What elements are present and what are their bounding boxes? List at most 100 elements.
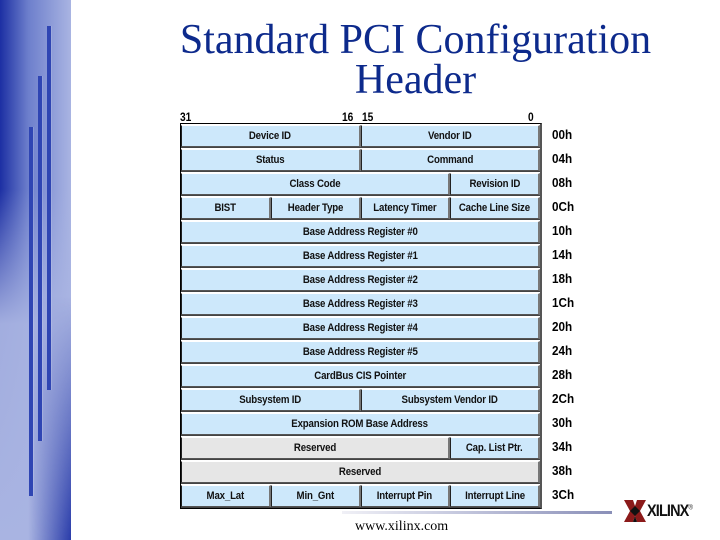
- xilinx-logo-text: XILINX®: [647, 501, 693, 521]
- register-field-label: Min_Gnt: [296, 490, 334, 502]
- register-offset-label: 28h: [552, 367, 573, 382]
- logo-wordmark: XILINX: [647, 501, 689, 520]
- register-field: Subsystem ID: [181, 389, 361, 411]
- register-field: Base Address Register #5: [181, 341, 540, 363]
- register-row: Base Address Register #0: [181, 220, 540, 244]
- register-offset-label: 10h: [552, 223, 573, 238]
- reserved-field: Reserved: [181, 461, 540, 483]
- footer-url: www.xilinx.com: [355, 519, 449, 534]
- register-row: Base Address Register #5: [181, 340, 540, 364]
- register-offset-label: 04h: [552, 151, 573, 166]
- registered-mark: ®: [688, 504, 693, 512]
- register-row: Expansion ROM Base Address: [181, 412, 540, 436]
- register-field: Expansion ROM Base Address: [181, 413, 540, 435]
- register-offset-label: 34h: [552, 439, 573, 454]
- register-field: Base Address Register #1: [181, 245, 540, 267]
- register-field-label: Base Address Register #0: [302, 226, 418, 238]
- register-field: BIST: [181, 197, 271, 219]
- slide-title: Standard PCI Configuration Header: [71, 17, 720, 103]
- register-field: Latency Timer: [360, 197, 451, 219]
- bit-label-31: 31: [180, 110, 192, 124]
- bit-label-0: 0: [528, 110, 534, 124]
- register-field: Cache Line Size: [450, 197, 540, 219]
- register-field-label: Subsystem Vendor ID: [401, 394, 498, 406]
- register-field-label: Base Address Register #1: [302, 250, 418, 262]
- register-field-label: Vendor ID: [427, 130, 472, 142]
- register-field: Base Address Register #2: [181, 269, 540, 291]
- register-row: Base Address Register #1: [181, 244, 540, 268]
- xilinx-logo: XILINX®: [624, 498, 700, 524]
- register-field-label: Interrupt Pin: [377, 490, 433, 502]
- register-field-label: Base Address Register #3: [302, 298, 418, 310]
- register-offset-label: 38h: [552, 463, 573, 478]
- register-field: Class Code: [181, 173, 451, 195]
- register-field-label: Reserved: [294, 442, 337, 454]
- register-row: Base Address Register #4: [181, 316, 540, 340]
- register-field-label: Revision ID: [469, 178, 521, 190]
- register-row: Base Address Register #2: [181, 268, 540, 292]
- register-field: Base Address Register #4: [181, 317, 540, 339]
- register-field: Max_Lat: [181, 485, 271, 507]
- slide-title-line1: Standard PCI Configuration: [179, 17, 652, 63]
- register-offset-label: 3Ch: [552, 487, 575, 502]
- register-offset-label: 0Ch: [552, 199, 575, 214]
- register-field: Vendor ID: [360, 125, 540, 147]
- slide-title-line2: Header: [354, 57, 477, 103]
- register-field-label: Device ID: [249, 130, 292, 142]
- register-field: CardBus CIS Pointer: [181, 365, 540, 387]
- register-row: Base Address Register #3: [181, 292, 540, 316]
- register-field-label: Cap. List Ptr.: [466, 442, 523, 454]
- bit-label-15: 15: [362, 110, 374, 124]
- register-field: Revision ID: [450, 173, 540, 195]
- register-field: Interrupt Line: [450, 485, 540, 507]
- register-field: Device ID: [181, 125, 361, 147]
- footer-divider: [342, 511, 612, 514]
- register-row: Reserved: [181, 460, 540, 484]
- register-field-label: BIST: [214, 202, 237, 214]
- pci-config-header-table: Device ID Vendor ID Status Command Class Cod…: [180, 123, 542, 509]
- register-row: Device ID Vendor ID: [181, 124, 540, 148]
- register-field-label: Max_Lat: [206, 490, 245, 502]
- register-field: Min_Gnt: [270, 485, 361, 507]
- register-field: Subsystem Vendor ID: [360, 389, 540, 411]
- register-field-label: Status: [255, 154, 285, 166]
- register-row: Status Command: [181, 148, 540, 172]
- xilinx-logo-icon: [624, 500, 646, 522]
- register-field-label: CardBus CIS Pointer: [314, 370, 406, 382]
- register-field-label: Latency Timer: [373, 202, 437, 214]
- decorative-sidebar: [0, 0, 71, 540]
- register-field-label: Reserved: [338, 466, 382, 478]
- register-field-label: Expansion ROM Base Address: [291, 418, 429, 430]
- register-field-label: Base Address Register #4: [302, 322, 418, 334]
- register-row: Class Code Revision ID: [181, 172, 540, 196]
- register-field-label: Interrupt Line: [464, 490, 525, 502]
- reserved-field: Reserved: [181, 437, 451, 459]
- register-offset-label: 1Ch: [552, 295, 575, 310]
- sidebar-stripe: [38, 76, 42, 441]
- register-offset-label: 30h: [552, 415, 573, 430]
- register-row: Reserved Cap. List Ptr.: [181, 436, 540, 460]
- register-row: Subsystem ID Subsystem Vendor ID: [181, 388, 540, 412]
- register-offset-label: 20h: [552, 319, 573, 334]
- register-row: Max_Lat Min_Gnt Interrupt Pin Interrupt Lin…: [181, 484, 540, 508]
- register-field: Command: [360, 149, 540, 171]
- register-field: Base Address Register #3: [181, 293, 540, 315]
- register-field-label: Class Code: [289, 178, 341, 190]
- register-offset-label: 2Ch: [552, 391, 575, 406]
- register-field: Cap. List Ptr.: [450, 437, 540, 459]
- register-field-label: Command: [426, 154, 473, 166]
- register-field: Header Type: [270, 197, 361, 219]
- register-offset-label: 14h: [552, 247, 573, 262]
- register-field-label: Subsystem ID: [239, 394, 302, 406]
- sidebar-stripe: [29, 127, 33, 496]
- register-offset-label: 18h: [552, 271, 573, 286]
- register-field-label: Base Address Register #5: [302, 346, 418, 358]
- register-offset-label: 08h: [552, 175, 573, 190]
- register-field-label: Base Address Register #2: [302, 274, 418, 286]
- bit-label-16: 16: [342, 110, 354, 124]
- register-field: Base Address Register #0: [181, 221, 540, 243]
- sidebar-stripe: [47, 26, 51, 390]
- register-field-label: Header Type: [287, 202, 343, 214]
- register-row: BIST Header Type Latency Timer Cache Line S…: [181, 196, 540, 220]
- register-field: Interrupt Pin: [360, 485, 451, 507]
